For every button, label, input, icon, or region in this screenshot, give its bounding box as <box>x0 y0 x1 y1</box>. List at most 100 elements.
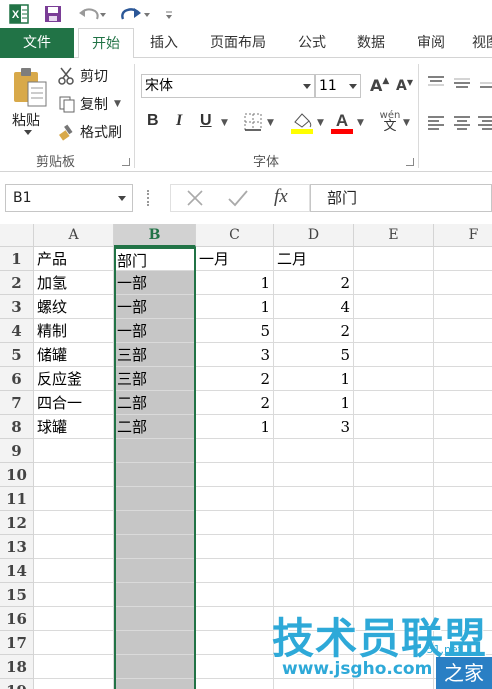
cell-b2[interactable]: 一部 <box>114 271 196 295</box>
row-header-12[interactable]: 12 <box>0 511 34 535</box>
tab-review[interactable]: 审阅 <box>404 28 458 58</box>
italic-button[interactable]: I <box>176 112 182 130</box>
cell-b19[interactable] <box>114 679 196 689</box>
cell-a14[interactable] <box>34 559 114 583</box>
cell-c13[interactable] <box>196 535 274 559</box>
cell-b13[interactable] <box>114 535 196 559</box>
cell-e17[interactable] <box>354 631 434 655</box>
cell-e6[interactable] <box>354 367 434 391</box>
cell-f16[interactable] <box>434 607 492 631</box>
row-header-3[interactable]: 3 <box>0 295 34 319</box>
save-icon[interactable] <box>42 3 64 25</box>
font-launcher-icon[interactable] <box>406 158 414 166</box>
cell-b6[interactable]: 三部 <box>114 367 196 391</box>
fill-color-button[interactable] <box>290 110 314 138</box>
cell-b4[interactable]: 一部 <box>114 319 196 343</box>
cell-c1[interactable]: 一月 <box>196 247 274 271</box>
cell-c12[interactable] <box>196 511 274 535</box>
row-header-9[interactable]: 9 <box>0 439 34 463</box>
paste-dropdown-icon[interactable] <box>24 130 32 135</box>
column-header-a[interactable]: A <box>34 224 114 247</box>
cell-a2[interactable]: 加氢 <box>34 271 114 295</box>
cell-c2[interactable]: 1 <box>196 271 274 295</box>
cell-c5[interactable]: 3 <box>196 343 274 367</box>
cell-f2[interactable] <box>434 271 492 295</box>
align-bottom-icon[interactable] <box>478 74 492 96</box>
underline-button[interactable]: U <box>200 112 212 130</box>
underline-dropdown-icon[interactable]: ▼ <box>221 118 228 128</box>
cell-d7[interactable]: 1 <box>274 391 354 415</box>
cell-e7[interactable] <box>354 391 434 415</box>
cell-a12[interactable] <box>34 511 114 535</box>
undo-icon[interactable] <box>76 3 108 25</box>
cell-f13[interactable] <box>434 535 492 559</box>
row-header-18[interactable]: 18 <box>0 655 34 679</box>
cell-f10[interactable] <box>434 463 492 487</box>
cell-e8[interactable] <box>354 415 434 439</box>
cell-b8[interactable]: 二部 <box>114 415 196 439</box>
cell-a1[interactable]: 产品 <box>34 247 114 271</box>
row-header-14[interactable]: 14 <box>0 559 34 583</box>
cell-a3[interactable]: 螺纹 <box>34 295 114 319</box>
cell-e18[interactable] <box>354 655 434 679</box>
cell-b11[interactable] <box>114 487 196 511</box>
clipboard-launcher-icon[interactable] <box>122 158 130 166</box>
font-color-dropdown-icon[interactable]: ▼ <box>357 118 364 128</box>
row-header-17[interactable]: 17 <box>0 631 34 655</box>
tab-view[interactable]: 视图 <box>462 28 492 58</box>
cell-f11[interactable] <box>434 487 492 511</box>
redo-icon[interactable] <box>118 3 152 25</box>
tab-data[interactable]: 数据 <box>344 28 398 58</box>
cell-f15[interactable] <box>434 583 492 607</box>
cell-f1[interactable] <box>434 247 492 271</box>
cell-b10[interactable] <box>114 463 196 487</box>
formula-input[interactable]: 部门 <box>310 184 492 212</box>
cell-a13[interactable] <box>34 535 114 559</box>
cell-c10[interactable] <box>196 463 274 487</box>
insert-function-button[interactable]: fx <box>274 186 288 208</box>
tab-insert[interactable]: 插入 <box>138 28 190 58</box>
cell-b17[interactable] <box>114 631 196 655</box>
cell-b18[interactable] <box>114 655 196 679</box>
column-header-e[interactable]: E <box>354 224 434 247</box>
tab-home[interactable]: 开始 <box>78 28 134 59</box>
row-header-10[interactable]: 10 <box>0 463 34 487</box>
cell-a16[interactable] <box>34 607 114 631</box>
cell-a9[interactable] <box>34 439 114 463</box>
cell-a8[interactable]: 球罐 <box>34 415 114 439</box>
cell-d13[interactable] <box>274 535 354 559</box>
cell-a10[interactable] <box>34 463 114 487</box>
align-right-icon[interactable] <box>478 114 492 136</box>
cell-b5[interactable]: 三部 <box>114 343 196 367</box>
cell-b3[interactable]: 一部 <box>114 295 196 319</box>
cell-f17[interactable] <box>434 631 492 655</box>
row-header-13[interactable]: 13 <box>0 535 34 559</box>
cell-a19[interactable] <box>34 679 114 689</box>
cell-d6[interactable]: 1 <box>274 367 354 391</box>
cell-d8[interactable]: 3 <box>274 415 354 439</box>
cell-d4[interactable]: 2 <box>274 319 354 343</box>
cell-a15[interactable] <box>34 583 114 607</box>
cell-e12[interactable] <box>354 511 434 535</box>
font-name-select[interactable]: 宋体 <box>141 74 315 98</box>
cell-d18[interactable] <box>274 655 354 679</box>
cell-f8[interactable] <box>434 415 492 439</box>
cell-c4[interactable]: 5 <box>196 319 274 343</box>
grow-font-icon[interactable]: A▲ <box>370 76 389 95</box>
cell-d19[interactable] <box>274 679 354 689</box>
cell-d9[interactable] <box>274 439 354 463</box>
phonetic-dropdown-icon[interactable]: ▼ <box>403 118 410 128</box>
cell-a11[interactable] <box>34 487 114 511</box>
cell-d10[interactable] <box>274 463 354 487</box>
cell-e9[interactable] <box>354 439 434 463</box>
cell-b7[interactable]: 二部 <box>114 391 196 415</box>
shrink-font-icon[interactable]: A▼ <box>396 78 413 94</box>
borders-dropdown-icon[interactable]: ▼ <box>267 118 274 128</box>
cell-c16[interactable] <box>196 607 274 631</box>
borders-button[interactable] <box>243 112 263 136</box>
cell-b12[interactable] <box>114 511 196 535</box>
cell-c15[interactable] <box>196 583 274 607</box>
cell-b9[interactable] <box>114 439 196 463</box>
cell-d11[interactable] <box>274 487 354 511</box>
row-header-5[interactable]: 5 <box>0 343 34 367</box>
